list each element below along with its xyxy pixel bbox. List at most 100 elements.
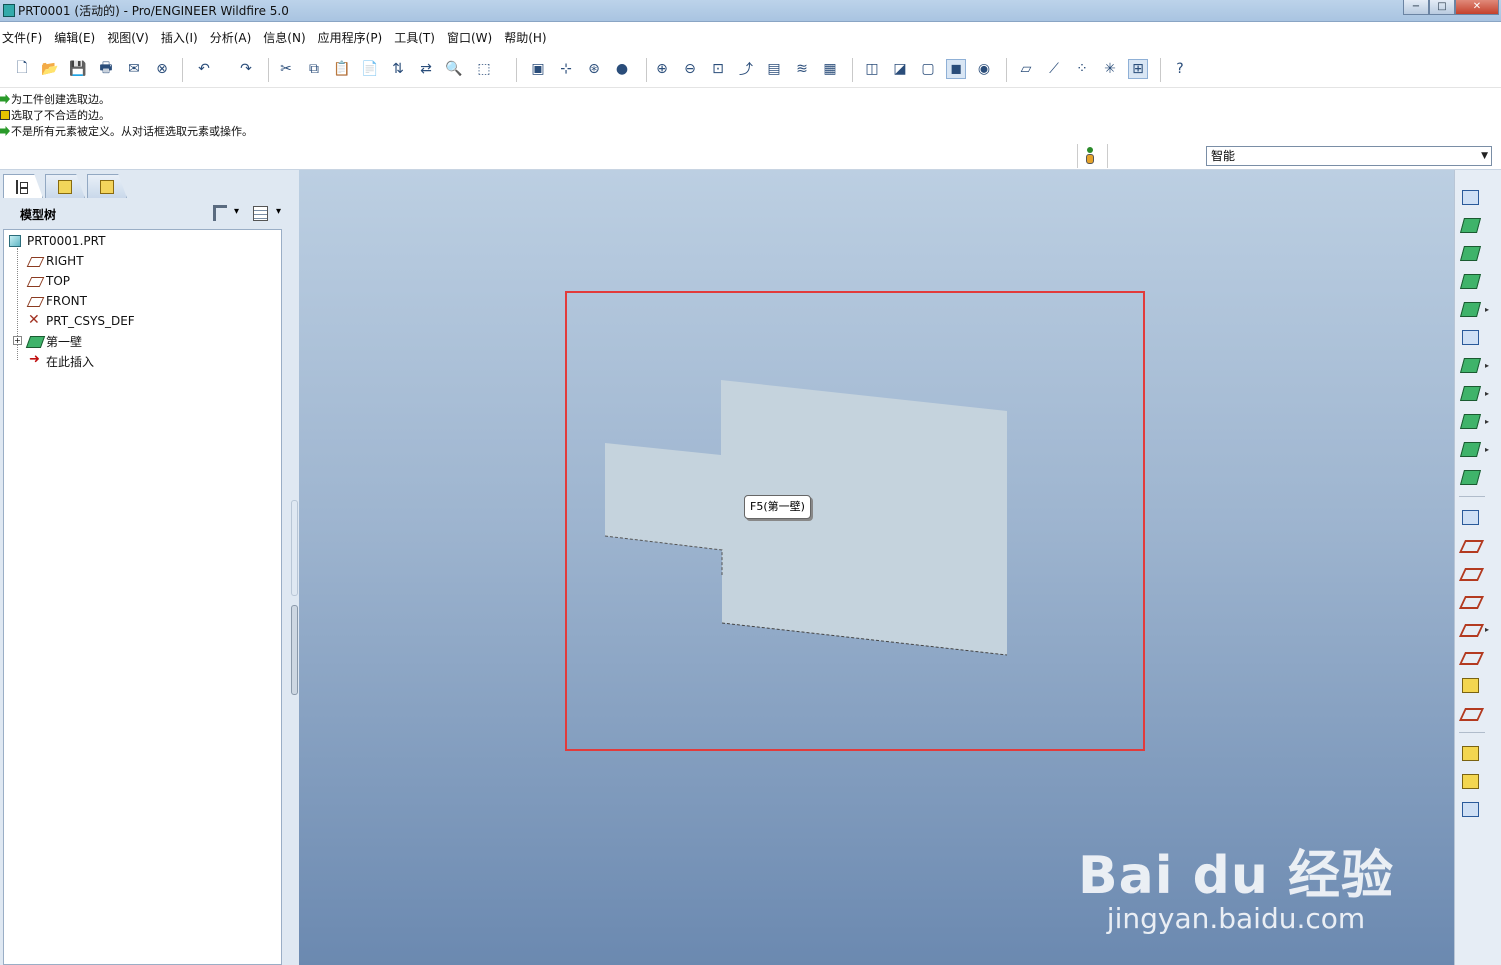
tab-layers[interactable]: [45, 174, 85, 198]
datum-point-tool-icon[interactable]: [1459, 618, 1481, 640]
flat-pattern-icon[interactable]: [1459, 466, 1481, 488]
menu-analysis[interactable]: 分析(A): [208, 29, 256, 46]
view-manager-icon[interactable]: ▦: [820, 59, 840, 79]
edge-bend-icon[interactable]: [1459, 382, 1481, 404]
paste-icon[interactable]: 📋: [332, 59, 352, 79]
minimize-button[interactable]: −: [1403, 0, 1429, 15]
enhanced-realism-icon[interactable]: ◉: [974, 59, 994, 79]
extend-wall-icon[interactable]: [1459, 298, 1481, 320]
wireframe-icon[interactable]: ◫: [862, 59, 882, 79]
note-icon[interactable]: [1459, 742, 1481, 764]
menu-view[interactable]: 视图(V): [105, 29, 153, 46]
sketch-icon[interactable]: [1459, 506, 1481, 528]
splitter-grip[interactable]: [291, 500, 298, 596]
save-icon[interactable]: 💾: [68, 59, 88, 79]
datum-planes-icon[interactable]: ▱: [1016, 59, 1036, 79]
tree-columns-button[interactable]: [251, 204, 281, 224]
bend-back-icon[interactable]: [1459, 438, 1481, 460]
unbend-icon[interactable]: [1459, 410, 1481, 432]
datum-curve-tool-icon[interactable]: [1459, 590, 1481, 612]
tab-model-tree[interactable]: [3, 174, 43, 198]
selection-box-icon[interactable]: ⬚: [474, 59, 494, 79]
spin-center-icon[interactable]: ⊹: [556, 59, 576, 79]
flyout-arrow-icon[interactable]: ▸: [1485, 305, 1489, 314]
csys-icon[interactable]: ✳: [1100, 59, 1120, 79]
flyout-arrow-icon[interactable]: ▸: [1485, 389, 1489, 398]
expand-toggle[interactable]: +: [13, 336, 22, 345]
menu-help[interactable]: 帮助(H): [502, 29, 550, 46]
menu-window[interactable]: 窗口(W): [445, 29, 496, 46]
tree-item-first-wall[interactable]: 第一壁: [27, 332, 82, 350]
flyout-arrow-icon[interactable]: ▸: [1485, 625, 1489, 634]
regenerate-icon[interactable]: ⇅: [388, 59, 408, 79]
tree-item-right[interactable]: RIGHT: [27, 252, 84, 270]
no-hidden-icon[interactable]: ▢: [918, 59, 938, 79]
redo-icon[interactable]: ↷: [236, 59, 256, 79]
menu-edit[interactable]: 编辑(E): [52, 29, 99, 46]
zoom-out-icon[interactable]: ⊖: [680, 59, 700, 79]
selection-filter-select[interactable]: 智能 ▼: [1206, 146, 1492, 166]
close-window-icon[interactable]: ⊗: [152, 59, 172, 79]
annotation-icon[interactable]: ⊞: [1128, 59, 1148, 79]
tree-item-part[interactable]: PRT0001.PRT: [9, 232, 105, 250]
paste-special-icon[interactable]: 📄: [360, 59, 380, 79]
status-light-icon[interactable]: [1085, 147, 1095, 165]
flyout-arrow-icon[interactable]: ▸: [1485, 445, 1489, 454]
splitter-grip[interactable]: [291, 605, 298, 695]
new-icon[interactable]: 🗋: [12, 59, 32, 79]
flyout-arrow-icon[interactable]: ▸: [1485, 361, 1489, 370]
appearance-icon[interactable]: ●: [612, 59, 632, 79]
cut-icon[interactable]: ✂: [276, 59, 296, 79]
graphics-window[interactable]: F5(第一壁) Bai du 经验 jingyan.baidu.com: [299, 170, 1454, 965]
csys-tool-icon[interactable]: [1459, 646, 1481, 668]
tree-item-csys[interactable]: PRT_CSYS_DEF: [27, 312, 135, 330]
saved-views-icon[interactable]: ▤: [764, 59, 784, 79]
unattached-wall-icon[interactable]: [1459, 270, 1481, 292]
context-help-icon[interactable]: ?: [1170, 59, 1190, 79]
tree-settings-button[interactable]: [211, 204, 239, 224]
close-button[interactable]: ✕: [1455, 0, 1499, 15]
bend-icon[interactable]: [1459, 354, 1481, 376]
annotation-element-icon[interactable]: [1459, 798, 1481, 820]
shading-icon[interactable]: ◼: [946, 59, 966, 79]
flat-wall-icon[interactable]: [1459, 214, 1481, 236]
zoom-in-icon[interactable]: ⊕: [652, 59, 672, 79]
print-icon[interactable]: 🖶: [96, 59, 116, 79]
menu-applications[interactable]: 应用程序(P): [316, 29, 387, 46]
datum-axis-tool-icon[interactable]: [1459, 562, 1481, 584]
orient-icon[interactable]: ⊛: [584, 59, 604, 79]
regen-manager-icon[interactable]: ⇄: [416, 59, 436, 79]
datum-plane-tool-icon[interactable]: [1459, 534, 1481, 556]
menu-file[interactable]: 文件(F): [0, 29, 46, 46]
tab-folder-browser[interactable]: [87, 174, 127, 198]
find-icon[interactable]: 🔍: [444, 59, 464, 79]
arrow-icon: [0, 94, 10, 104]
open-icon[interactable]: 📂: [40, 59, 60, 79]
datum-points-icon[interactable]: ⁘: [1072, 59, 1092, 79]
refit-icon[interactable]: ⊡: [708, 59, 728, 79]
undo-icon[interactable]: ↶: [194, 59, 214, 79]
extrude-wall-icon[interactable]: [1459, 186, 1481, 208]
hidden-line-icon[interactable]: ◪: [890, 59, 910, 79]
menu-insert[interactable]: 插入(I): [159, 29, 202, 46]
send-icon[interactable]: ✉: [124, 59, 144, 79]
rip-icon[interactable]: [1459, 326, 1481, 348]
panel-splitter[interactable]: [290, 170, 299, 965]
menu-info[interactable]: 信息(N): [261, 29, 309, 46]
feature-annotation-icon[interactable]: [1459, 770, 1481, 792]
menu-tools[interactable]: 工具(T): [392, 29, 439, 46]
flyout-arrow-icon[interactable]: ▸: [1485, 417, 1489, 426]
reorient-icon[interactable]: ⤴: [736, 59, 756, 79]
analysis-feature-icon[interactable]: [1459, 674, 1481, 696]
offset-csys-icon[interactable]: [1459, 702, 1481, 724]
tree-item-front[interactable]: FRONT: [27, 292, 87, 310]
layers-icon[interactable]: ≋: [792, 59, 812, 79]
flange-wall-icon[interactable]: [1459, 242, 1481, 264]
maximize-button[interactable]: □: [1429, 0, 1455, 15]
copy-icon[interactable]: ⧉: [304, 59, 324, 79]
main-toolbar: 🗋 📂 💾 🖶 ✉ ⊗ ↶ ↷ ✂ ⧉ 📋 📄 ⇅ ⇄ 🔍 ⬚ ▣ ⊹ ⊛ ● ⊕ ⊖ ⊡ ⤴ ▤ ≋ ▦ ◫ ◪ ▢ ◼ ◉ ▱ ⟋ ⁘ ✳ ⊞?: [0, 52, 1501, 88]
repaint-icon[interactable]: ▣: [528, 59, 548, 79]
tree-item-insert-here[interactable]: 在此插入: [27, 352, 94, 370]
datum-axes-icon[interactable]: ⟋: [1044, 59, 1064, 79]
tree-item-top[interactable]: TOP: [27, 272, 70, 290]
